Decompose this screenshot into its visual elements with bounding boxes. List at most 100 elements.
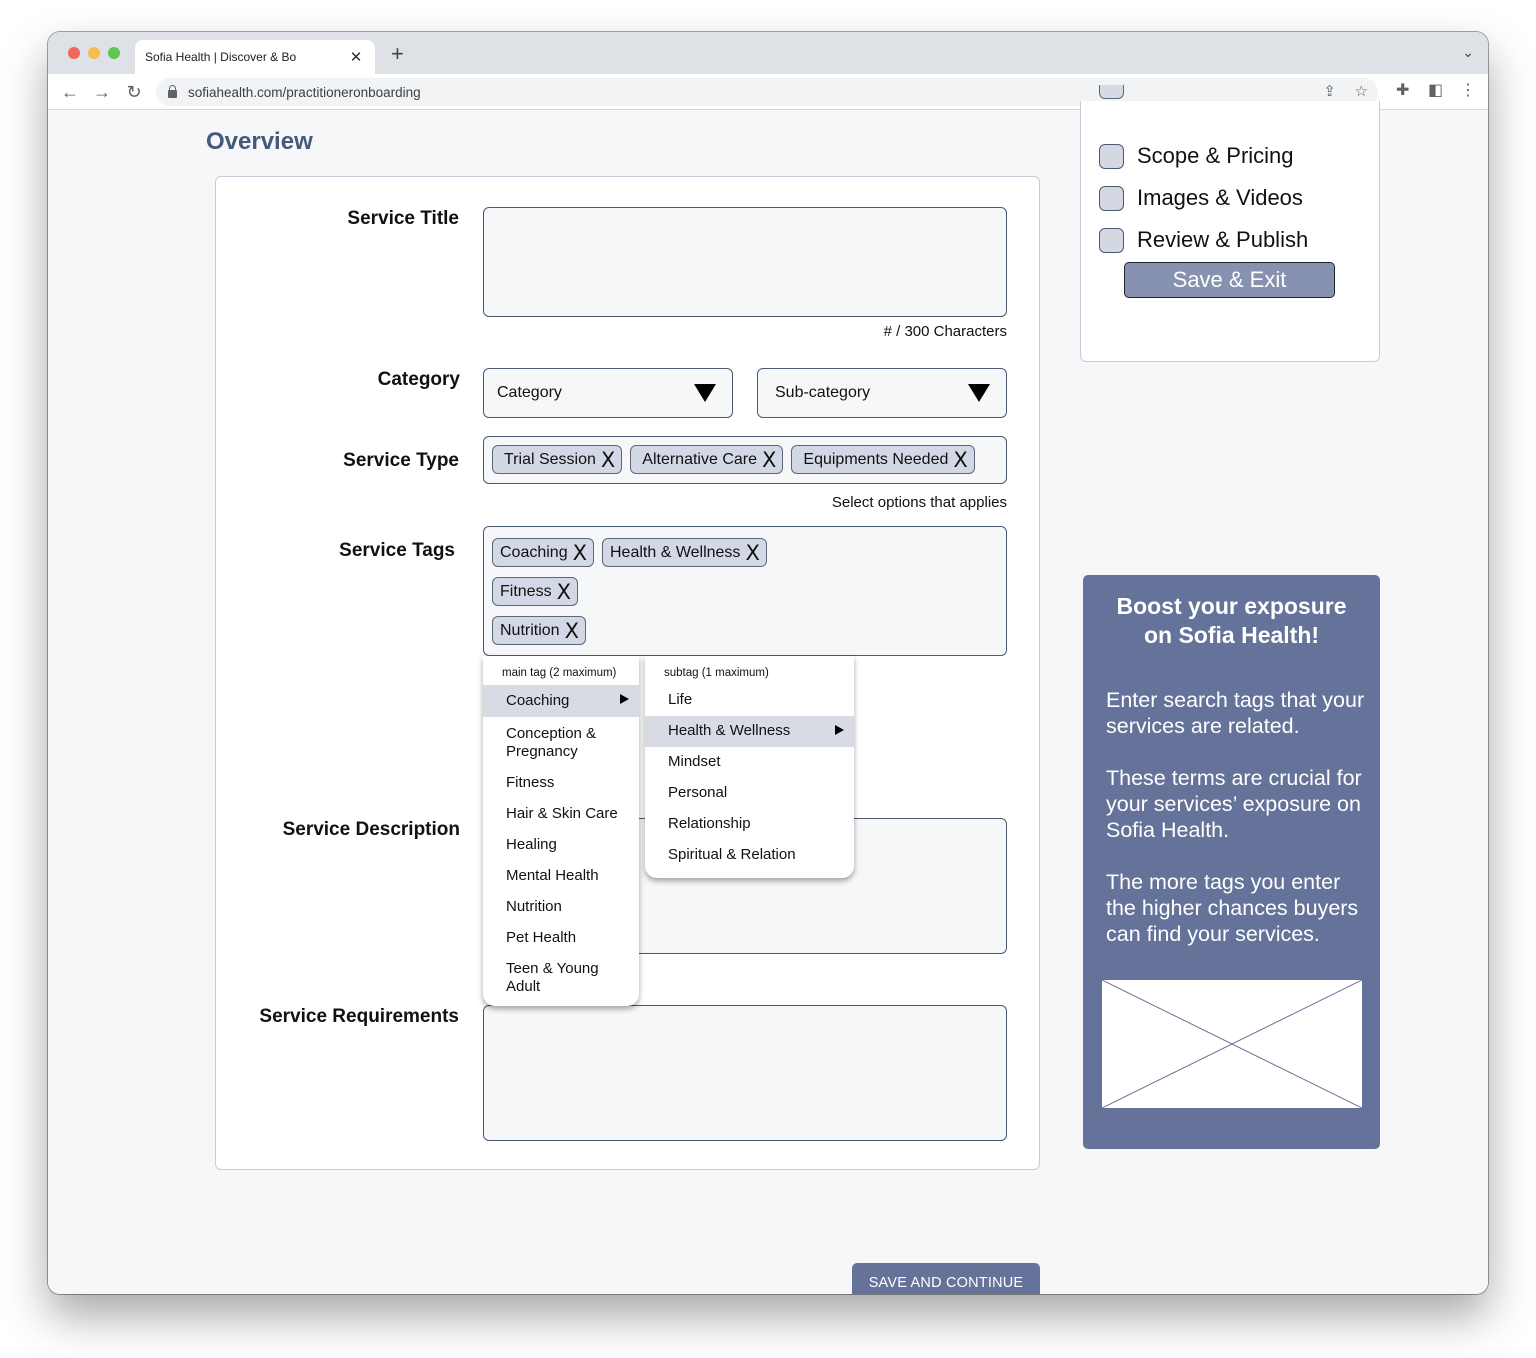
- service-title-input[interactable]: [483, 207, 1007, 317]
- sub-tag-menu: subtag (1 maximum) Life Health & Wellnes…: [645, 656, 854, 878]
- page-content: Overview Service Title # / 300 Character…: [48, 85, 1488, 1294]
- remove-chip-icon[interactable]: X: [745, 542, 759, 563]
- menu-item-label: Pet Health: [506, 929, 577, 946]
- kebab-menu-icon[interactable]: ⋮: [1460, 80, 1476, 100]
- menu-item-hair-skin-care[interactable]: Hair & Skin Care: [483, 797, 639, 828]
- step-label: Scope & Pricing: [1137, 143, 1294, 168]
- remove-chip-icon[interactable]: X: [565, 620, 579, 641]
- step-checkbox[interactable]: [1099, 143, 1124, 169]
- submenu-arrow-icon: [835, 725, 844, 735]
- menu-item-label: Spiritual & Relation: [668, 846, 796, 863]
- step-checkbox[interactable]: [1099, 185, 1124, 211]
- menu-item-label: Health & Wellness: [668, 722, 791, 739]
- menu-item-coaching[interactable]: Coaching: [483, 685, 639, 717]
- service-requirements-input[interactable]: [483, 1005, 1007, 1141]
- close-window-button[interactable]: [68, 47, 80, 59]
- save-and-continue-button[interactable]: SAVE AND CONTINUE: [852, 1263, 1040, 1294]
- browser-tab-active[interactable]: Sofia Health | Discover & Bo ✕: [135, 40, 375, 74]
- chip-label: Fitness: [500, 582, 552, 600]
- menu-item-mental-health[interactable]: Mental Health: [483, 859, 639, 890]
- service-type-input[interactable]: Trial Session X Alternative Care X Equip…: [483, 436, 1007, 484]
- promo-title: Boost your exposure on Sofia Health!: [1116, 593, 1347, 648]
- step-checkbox[interactable]: [1099, 85, 1124, 99]
- service-tags-input[interactable]: Coaching X Health & Wellness X Fitness X: [483, 526, 1007, 656]
- submenu-item-personal[interactable]: Personal: [645, 778, 854, 809]
- chip-label: Equipments Needed: [803, 450, 949, 468]
- category-select[interactable]: Category: [483, 368, 733, 418]
- menu-item-nutrition[interactable]: Nutrition: [483, 890, 639, 921]
- submenu-item-health-wellness[interactable]: Health & Wellness: [645, 716, 854, 747]
- submenu-item-relationship[interactable]: Relationship: [645, 809, 854, 840]
- chip-label: Alternative Care: [642, 450, 757, 468]
- remove-chip-icon[interactable]: X: [762, 449, 776, 470]
- lock-icon: [168, 85, 177, 98]
- sub-tag-menu-header: subtag (1 maximum): [664, 667, 769, 679]
- star-icon[interactable]: ☆: [1355, 82, 1368, 100]
- menu-item-conception-pregnancy[interactable]: Conception & Pregnancy: [483, 717, 639, 766]
- remove-chip-icon[interactable]: X: [953, 449, 967, 470]
- remove-chip-icon[interactable]: X: [573, 542, 587, 563]
- service-tags-chip-row: Coaching X Health & Wellness X: [492, 538, 775, 567]
- caret-down-icon: [694, 384, 716, 402]
- menu-item-label: Fitness: [506, 774, 555, 791]
- menu-item-label: Life: [668, 691, 693, 708]
- menu-item-label: Mindset: [668, 753, 721, 770]
- submenu-item-life[interactable]: Life: [645, 685, 854, 716]
- chip-service-tag: Fitness X: [492, 577, 578, 606]
- subcategory-select[interactable]: Sub-category: [757, 368, 1007, 418]
- save-exit-button[interactable]: Save & Exit: [1124, 262, 1335, 298]
- share-icon[interactable]: ⇪: [1323, 82, 1336, 100]
- main-tag-menu-header: main tag (2 maximum): [502, 667, 617, 679]
- page-title: Overview: [206, 128, 313, 155]
- submenu-item-spiritual-relation[interactable]: Spiritual & Relation: [645, 840, 854, 871]
- tab-title: Sofia Health | Discover & Bo: [145, 50, 297, 64]
- category-select-value: Category: [497, 384, 562, 401]
- menu-item-pet-health[interactable]: Pet Health: [483, 921, 639, 952]
- step-scope-pricing[interactable]: Scope & Pricing: [1099, 143, 1294, 169]
- service-tags-chip-row: Nutrition X: [492, 616, 594, 645]
- subcategory-select-value: Sub-category: [775, 384, 871, 401]
- service-requirements-label: Service Requirements: [259, 1006, 459, 1027]
- submenu-item-mindset[interactable]: Mindset: [645, 747, 854, 778]
- step-images-videos[interactable]: Images & Videos: [1099, 185, 1303, 211]
- arrow-right-icon[interactable]: →: [90, 80, 114, 104]
- chip-service-type: Alternative Care X: [630, 445, 784, 474]
- menu-item-label: Relationship: [668, 815, 751, 832]
- chevron-down-icon[interactable]: ⌄: [1462, 44, 1474, 61]
- category-label: Category: [377, 369, 460, 390]
- chip-label: Health & Wellness: [610, 543, 741, 561]
- menu-item-label: Personal: [668, 784, 728, 801]
- menu-item-healing[interactable]: Healing: [483, 828, 639, 859]
- onboarding-progress-card: Scope & Pricing Images & Videos Review &…: [1080, 85, 1380, 362]
- image-placeholder-icon: [1101, 979, 1363, 1109]
- service-tags-chip-row: Fitness X: [492, 577, 586, 606]
- minimize-window-button[interactable]: [88, 47, 100, 59]
- plus-icon[interactable]: +: [391, 43, 404, 65]
- chip-label: Nutrition: [500, 621, 560, 639]
- puzzle-icon[interactable]: ✚: [1396, 80, 1409, 100]
- promo-paragraph: Enter search tags that your services are…: [1106, 688, 1365, 738]
- promo-panel: Boost your exposure on Sofia Health! Ent…: [1083, 575, 1380, 1149]
- menu-item-label: Nutrition: [506, 898, 562, 915]
- tab-strip: Sofia Health | Discover & Bo ✕ + ⌄: [48, 32, 1488, 74]
- step-review-publish[interactable]: Review & Publish: [1099, 227, 1308, 253]
- service-tags-label: Service Tags: [339, 540, 455, 561]
- step-checkbox[interactable]: [1099, 227, 1124, 253]
- menu-item-label: Healing: [506, 836, 557, 853]
- menu-item-label: Conception & Pregnancy: [506, 725, 597, 760]
- remove-chip-icon[interactable]: X: [601, 449, 615, 470]
- browser-window: Sofia Health | Discover & Bo ✕ + ⌄ ← → ↻…: [48, 32, 1488, 1294]
- side-panel-icon[interactable]: ◧: [1428, 80, 1443, 100]
- close-icon[interactable]: ✕: [347, 48, 365, 66]
- service-type-helper: Select options that applies: [831, 494, 1007, 511]
- service-type-label: Service Type: [343, 450, 459, 471]
- menu-item-teen-young-adult[interactable]: Teen & Young Adult: [483, 952, 639, 1001]
- remove-chip-icon[interactable]: X: [557, 581, 571, 602]
- maximize-window-button[interactable]: [108, 47, 120, 59]
- menu-item-fitness[interactable]: Fitness: [483, 766, 639, 797]
- reload-icon[interactable]: ↻: [122, 80, 146, 104]
- service-title-label: Service Title: [347, 208, 459, 229]
- menu-item-label: Hair & Skin Care: [506, 805, 618, 822]
- overview-form: Service Title # / 300 Characters Categor…: [215, 176, 1040, 1170]
- arrow-left-icon[interactable]: ←: [58, 80, 82, 104]
